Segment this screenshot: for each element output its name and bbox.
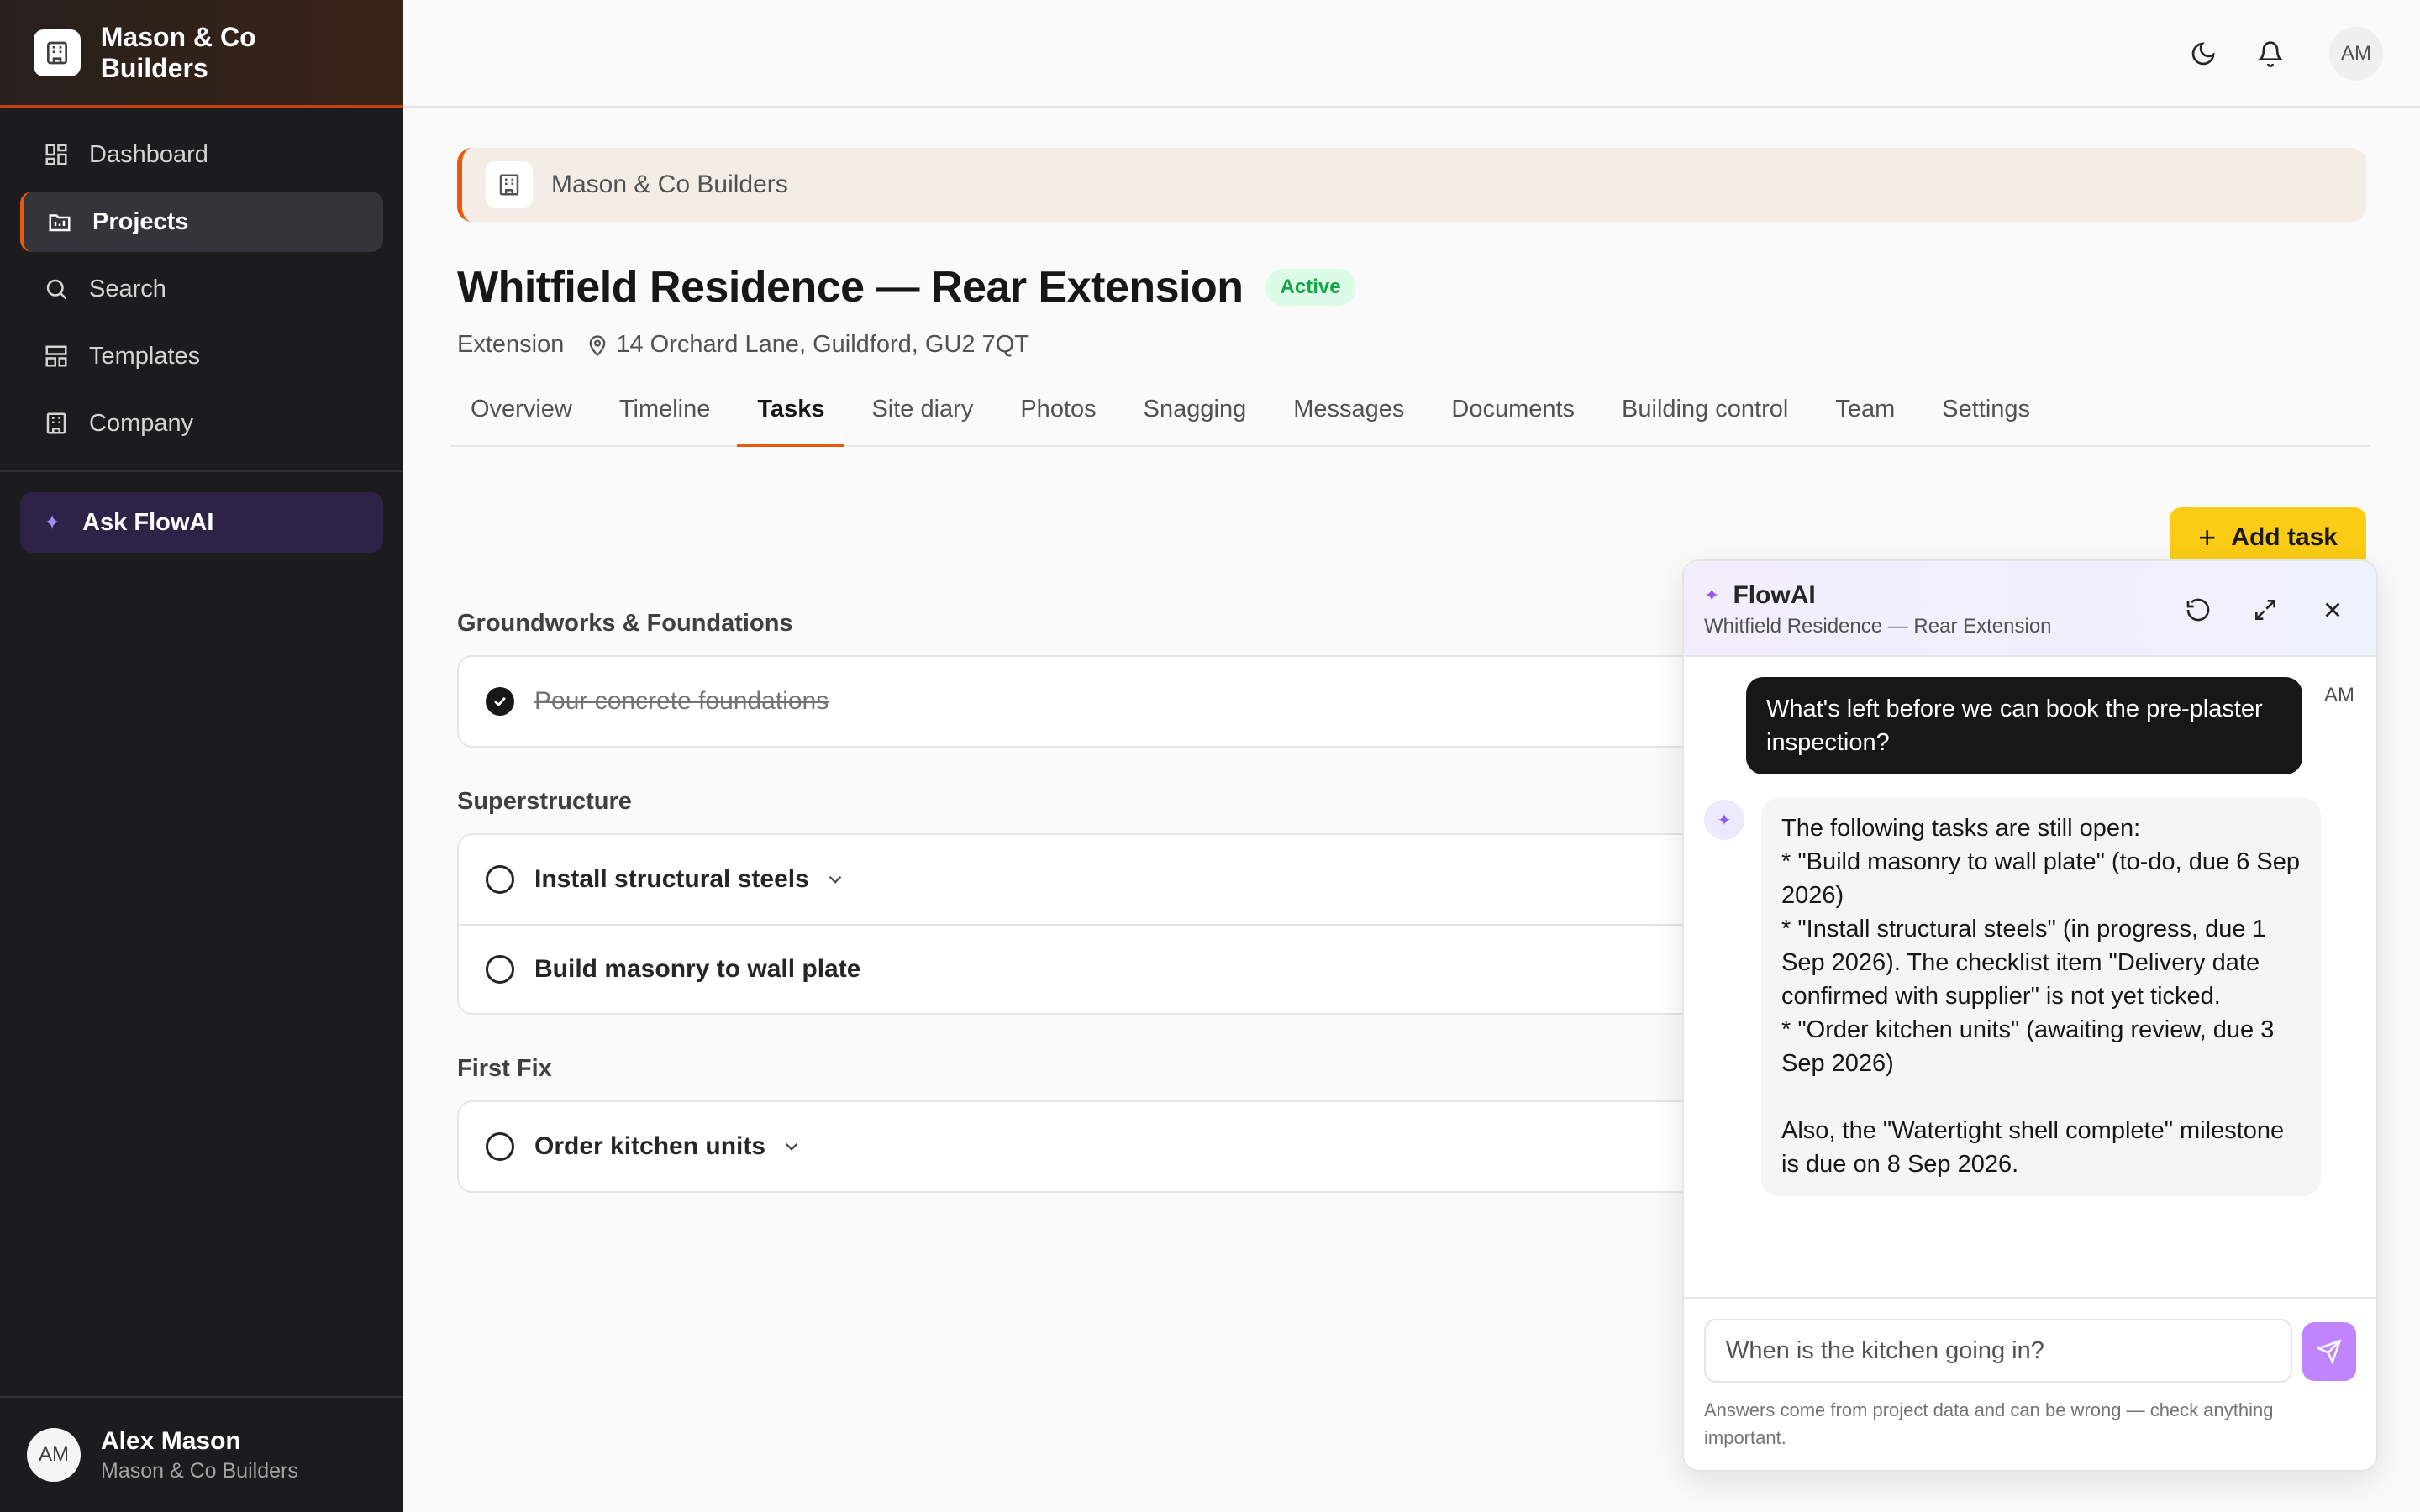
map-pin-icon bbox=[590, 334, 606, 356]
search-icon bbox=[46, 279, 67, 300]
flowai-chat-panel: ✦ FlowAI Whitfield Residence — Rear Exte… bbox=[1682, 559, 2378, 1472]
ask-flowai-label: Ask FlowAI bbox=[82, 508, 214, 536]
chat-input[interactable] bbox=[1704, 1319, 2292, 1383]
chat-header: ✦ FlowAI Whitfield Residence — Rear Exte… bbox=[1684, 561, 2376, 657]
task-label: Order kitchen units bbox=[534, 1132, 766, 1160]
close-chat-button[interactable] bbox=[2312, 590, 2353, 630]
checked-circle-icon[interactable] bbox=[486, 687, 514, 716]
ask-flowai-button[interactable]: ✦ Ask FlowAI bbox=[20, 492, 383, 553]
user-profile[interactable]: AM Alex Mason Mason & Co Builders bbox=[0, 1396, 403, 1512]
close-icon bbox=[2325, 602, 2340, 617]
sparkle-icon: ✦ bbox=[1704, 800, 1744, 840]
sparkle-icon: ✦ bbox=[1704, 585, 1720, 606]
refresh-icon bbox=[2186, 598, 2210, 622]
nav-item-label: Projects bbox=[92, 207, 189, 235]
sidebar: Mason & Co Builders Dashboard Projects S… bbox=[0, 0, 403, 1512]
tab-building-control[interactable]: Building control bbox=[1602, 396, 1808, 445]
building-icon bbox=[34, 29, 81, 76]
unchecked-circle-icon[interactable] bbox=[486, 1132, 514, 1161]
reset-chat-button[interactable] bbox=[2178, 590, 2218, 630]
ai-message: The following tasks are still open: * "B… bbox=[1761, 798, 2321, 1196]
tab-site-diary[interactable]: Site diary bbox=[851, 396, 993, 445]
company-name: Mason & Co Builders bbox=[551, 171, 788, 198]
ai-disclaimer: Answers come from project data and can b… bbox=[1704, 1399, 2274, 1448]
top-bar: AM bbox=[403, 0, 2420, 108]
task-label: Install structural steels bbox=[534, 865, 809, 893]
task-group-title: Superstructure bbox=[457, 788, 632, 815]
nav-item-company[interactable]: Company bbox=[20, 393, 383, 454]
company-banner[interactable]: Mason & Co Builders bbox=[457, 148, 2366, 222]
page-title: Whitfield Residence — Rear Extension bbox=[457, 263, 1244, 312]
nav-item-dashboard[interactable]: Dashboard bbox=[20, 124, 383, 185]
dark-mode-toggle[interactable] bbox=[2183, 34, 2223, 74]
layout-icon bbox=[45, 345, 67, 367]
expand-icon bbox=[2255, 600, 2275, 620]
status-badge: Active bbox=[1265, 269, 1356, 306]
project-main: Mason & Co Builders Whitfield Residence … bbox=[450, 148, 2370, 1193]
tab-timeline[interactable]: Timeline bbox=[599, 396, 731, 445]
tab-messages[interactable]: Messages bbox=[1273, 396, 1424, 445]
chevron-down-icon[interactable] bbox=[781, 1136, 802, 1158]
unchecked-circle-icon[interactable] bbox=[486, 865, 514, 894]
tab-overview[interactable]: Overview bbox=[450, 396, 592, 445]
tab-team[interactable]: Team bbox=[1815, 396, 1915, 445]
task-label: Build masonry to wall plate bbox=[534, 955, 861, 983]
nav-item-label: Dashboard bbox=[89, 140, 208, 168]
sparkle-icon: ✦ bbox=[44, 511, 61, 534]
tab-photos[interactable]: Photos bbox=[1000, 396, 1116, 445]
brand-header[interactable]: Mason & Co Builders bbox=[0, 0, 403, 108]
user-name: Alex Mason bbox=[101, 1426, 241, 1455]
nav-item-projects[interactable]: Projects bbox=[20, 192, 383, 252]
avatar: AM bbox=[2324, 684, 2354, 706]
expand-chat-button[interactable] bbox=[2245, 590, 2286, 630]
main-nav: Dashboard Projects Search Templates Comp… bbox=[0, 108, 403, 472]
chat-title: FlowAI bbox=[1733, 581, 1816, 609]
send-icon bbox=[2317, 1339, 2342, 1364]
nav-item-label: Templates bbox=[89, 342, 201, 370]
avatar: AM bbox=[27, 1428, 81, 1482]
folder-icon bbox=[49, 214, 71, 232]
notifications-button[interactable] bbox=[2250, 34, 2291, 74]
brand-name: Mason & Co Builders bbox=[100, 21, 256, 83]
task-group-title: Groundworks & Foundations bbox=[457, 610, 793, 637]
add-task-label: Add task bbox=[2231, 523, 2338, 551]
nav-item-search[interactable]: Search bbox=[20, 259, 383, 319]
grid-icon bbox=[45, 144, 67, 165]
user-org: Mason & Co Builders bbox=[101, 1458, 298, 1483]
building-icon bbox=[46, 412, 66, 434]
avatar[interactable]: AM bbox=[2329, 27, 2383, 81]
nav-item-label: Company bbox=[89, 409, 194, 437]
chat-footer: Answers come from project data and can b… bbox=[1684, 1297, 2376, 1470]
tab-documents[interactable]: Documents bbox=[1431, 396, 1595, 445]
project-type: Extension bbox=[457, 331, 565, 358]
send-button[interactable] bbox=[2302, 1322, 2356, 1381]
project-tabs: Overview Timeline Tasks Site diary Photo… bbox=[450, 396, 2370, 447]
bell-icon bbox=[2257, 41, 2284, 67]
tab-settings[interactable]: Settings bbox=[1922, 396, 2050, 445]
plus-icon: + bbox=[2198, 520, 2217, 554]
tab-snagging[interactable]: Snagging bbox=[1123, 396, 1267, 445]
building-icon bbox=[486, 161, 533, 208]
moon-icon bbox=[2191, 42, 2215, 66]
task-label: Pour concrete foundations bbox=[534, 687, 829, 715]
nav-item-templates[interactable]: Templates bbox=[20, 326, 383, 386]
nav-item-label: Search bbox=[89, 275, 166, 302]
user-message: What's left before we can book the pre-p… bbox=[1746, 677, 2302, 774]
task-group-title: First Fix bbox=[457, 1055, 552, 1082]
unchecked-circle-icon[interactable] bbox=[486, 955, 514, 984]
chevron-down-icon[interactable] bbox=[824, 869, 846, 890]
project-address: 14 Orchard Lane, Guildford, GU2 7QT bbox=[616, 331, 1029, 358]
tab-tasks[interactable]: Tasks bbox=[737, 396, 845, 447]
